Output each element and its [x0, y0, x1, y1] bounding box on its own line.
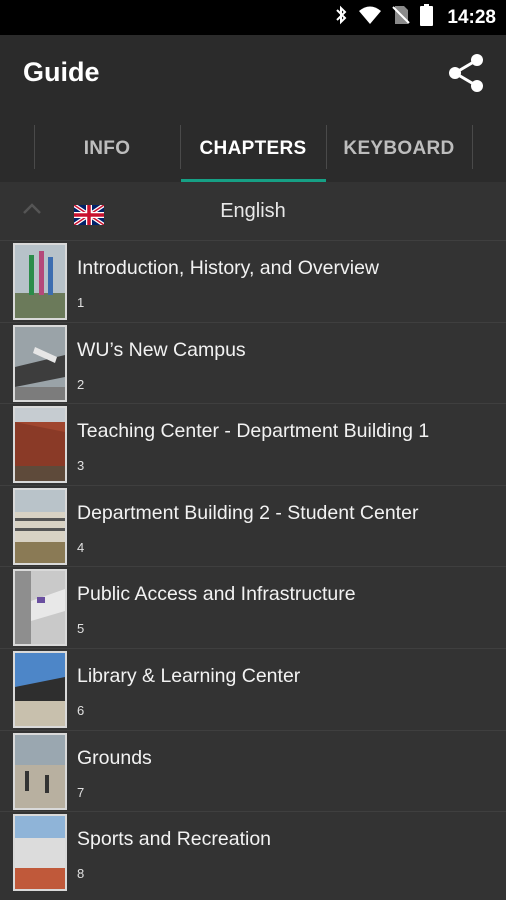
chapter-item[interactable]: Teaching Center - Department Building 1 …	[0, 403, 506, 485]
chapter-number: 5	[77, 621, 85, 637]
bluetooth-icon	[334, 5, 348, 30]
chapter-thumbnail	[13, 650, 67, 728]
chapter-item[interactable]: Sports and Recreation 8	[0, 811, 506, 893]
chapter-item[interactable]: Grounds 7	[0, 729, 506, 812]
no-sim-icon	[392, 5, 411, 30]
chapter-item[interactable]: Public Access and Infrastructure 5	[0, 566, 506, 648]
tab-keyboard[interactable]: KEYBOARD	[326, 115, 472, 182]
share-button[interactable]	[444, 53, 488, 97]
chapter-title: Public Access and Infrastructure	[77, 583, 356, 606]
chapter-title: Grounds	[77, 746, 152, 769]
app-title: Guide	[23, 57, 100, 87]
chapter-item[interactable]: Introduction, History, and Overview 1	[0, 240, 506, 322]
chapter-number: 4	[77, 539, 85, 555]
chapter-title: Introduction, History, and Overview	[77, 257, 380, 279]
chapter-item[interactable]: WU’s New Campus 2	[0, 321, 506, 404]
chapter-item[interactable]: Department Building 2 - Student Center 4	[0, 484, 506, 567]
tab-chapters[interactable]: CHAPTERS	[180, 115, 326, 182]
tab-chapters-label: CHAPTERS	[199, 137, 307, 159]
chapter-number: 1	[77, 295, 85, 310]
status-bar: 14:28	[0, 0, 506, 35]
chapter-title: WU’s New Campus	[77, 338, 246, 361]
chapter-list: Introduction, History, and Overview 1 WU…	[0, 240, 506, 893]
battery-icon	[420, 4, 434, 31]
tab-divider	[472, 125, 473, 169]
status-icons: 14:28	[334, 0, 496, 35]
uk-flag-icon	[72, 203, 106, 230]
chapter-number: 6	[77, 702, 85, 718]
chapter-title: Department Building 2 - Student Center	[77, 501, 419, 524]
chapter-item[interactable]: Library & Learning Center 6	[0, 647, 506, 730]
chapter-title: Library & Learning Center	[77, 664, 301, 687]
chapter-number: 3	[77, 458, 85, 474]
chapter-thumbnail	[13, 243, 67, 320]
chapter-title: Sports and Recreation	[77, 828, 272, 851]
tab-info[interactable]: INFO	[34, 115, 180, 182]
chapter-thumbnail	[13, 569, 67, 647]
chapter-thumbnail	[13, 487, 67, 565]
chapter-title: Teaching Center - Department Building 1	[77, 420, 430, 443]
chapter-thumbnail	[13, 732, 67, 810]
chapter-number: 7	[77, 784, 85, 800]
chapter-thumbnail	[13, 814, 67, 892]
share-icon	[447, 53, 485, 98]
chapter-number: 2	[77, 376, 85, 392]
app-bar: Guide	[0, 35, 506, 115]
chapter-number: 8	[77, 866, 85, 882]
tab-bar: INFO CHAPTERS KEYBOARD	[0, 115, 506, 182]
tab-info-label: INFO	[83, 137, 131, 159]
status-time: 14:28	[447, 6, 496, 28]
chapter-thumbnail	[13, 406, 67, 484]
tab-keyboard-label: KEYBOARD	[343, 137, 455, 159]
wifi-icon	[358, 5, 382, 30]
chapter-thumbnail	[13, 324, 67, 402]
